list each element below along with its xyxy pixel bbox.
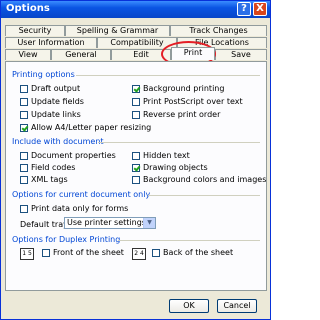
background-printing-checkbox[interactable]: Background printing (132, 84, 224, 93)
duplex-heading: Options for Duplex Printing (12, 235, 121, 244)
include-with-document-heading: Include with document (12, 137, 104, 146)
section-divider (76, 75, 260, 76)
reverse-print-order-checkbox[interactable]: Reverse print order (132, 110, 220, 119)
update-links-checkbox[interactable]: Update links (20, 110, 81, 119)
cancel-button[interactable]: Cancel (217, 299, 257, 313)
print-data-only-checkbox[interactable]: Print data only for forms (20, 204, 128, 213)
section-divider (118, 240, 260, 241)
tab-security[interactable]: Security (5, 25, 65, 36)
tab-track-changes[interactable]: Track Changes (170, 25, 267, 36)
drawing-objects-checkbox[interactable]: Drawing objects (132, 163, 208, 172)
current-document-heading: Options for current document only (12, 190, 151, 199)
checkbox-box[interactable] (20, 110, 28, 119)
print-tab-panel: Printing options Draft output Update fie… (5, 61, 267, 291)
default-tray-value: Use printer settings (67, 218, 146, 227)
checkbox-box[interactable] (152, 248, 160, 257)
checkbox-box[interactable] (132, 175, 140, 184)
checkbox-box-checked[interactable] (132, 163, 140, 172)
default-tray-select[interactable]: Use printer settings ▼ (64, 217, 156, 229)
allow-paper-resizing-checkbox[interactable]: Allow A4/Letter paper resizing (20, 123, 151, 132)
hidden-text-checkbox[interactable]: Hidden text (132, 151, 190, 160)
field-codes-checkbox[interactable]: Field codes (20, 163, 75, 172)
checkbox-box[interactable] (42, 248, 50, 257)
checkbox-box[interactable] (20, 204, 28, 213)
document-properties-checkbox[interactable]: Document properties (20, 151, 116, 160)
tab-general[interactable]: General (51, 49, 111, 60)
checkbox-box-checked[interactable] (20, 123, 28, 132)
title-bar[interactable]: Options ? X (1, 1, 270, 18)
close-button[interactable]: X (253, 2, 267, 16)
help-button[interactable]: ? (237, 2, 251, 16)
chevron-down-icon[interactable]: ▼ (143, 218, 155, 228)
checkbox-box[interactable] (132, 151, 140, 160)
checkbox-box[interactable] (132, 110, 140, 119)
section-divider (148, 195, 260, 196)
front-duplex-icon: 1 5 (20, 248, 34, 260)
tab-view[interactable]: View (5, 49, 51, 60)
tab-print[interactable]: Print (171, 47, 215, 60)
tab-row-2: User Information Compatibility File Loca… (5, 37, 267, 48)
draft-output-checkbox[interactable]: Draft output (20, 84, 80, 93)
printing-options-heading: Printing options (12, 70, 75, 79)
checkbox-box[interactable] (20, 84, 28, 93)
background-colors-checkbox[interactable]: Background colors and images (132, 175, 266, 184)
options-dialog: Options ? X Security Spelling & Grammar … (0, 0, 271, 320)
section-divider (98, 142, 260, 143)
back-of-sheet-checkbox[interactable]: Back of the sheet (152, 248, 233, 257)
ok-button[interactable]: OK (169, 299, 209, 313)
update-fields-checkbox[interactable]: Update fields (20, 97, 84, 106)
checkbox-box-checked[interactable] (132, 84, 140, 93)
checkbox-box[interactable] (20, 151, 28, 160)
default-tray-label: Default tray: (20, 220, 70, 229)
back-duplex-icon: 2 4 (132, 248, 146, 260)
front-of-sheet-checkbox[interactable]: Front of the sheet (42, 248, 124, 257)
tab-spelling-grammar[interactable]: Spelling & Grammar (65, 25, 170, 36)
checkbox-box[interactable] (132, 97, 140, 106)
print-postscript-checkbox[interactable]: Print PostScript over text (132, 97, 243, 106)
checkbox-box[interactable] (20, 175, 28, 184)
tab-row-1: Security Spelling & Grammar Track Change… (5, 25, 267, 36)
checkbox-box[interactable] (20, 97, 28, 106)
checkbox-box[interactable] (20, 163, 28, 172)
dialog-title: Options (6, 3, 50, 14)
xml-tags-checkbox[interactable]: XML tags (20, 175, 68, 184)
tab-user-information[interactable]: User Information (5, 37, 97, 48)
